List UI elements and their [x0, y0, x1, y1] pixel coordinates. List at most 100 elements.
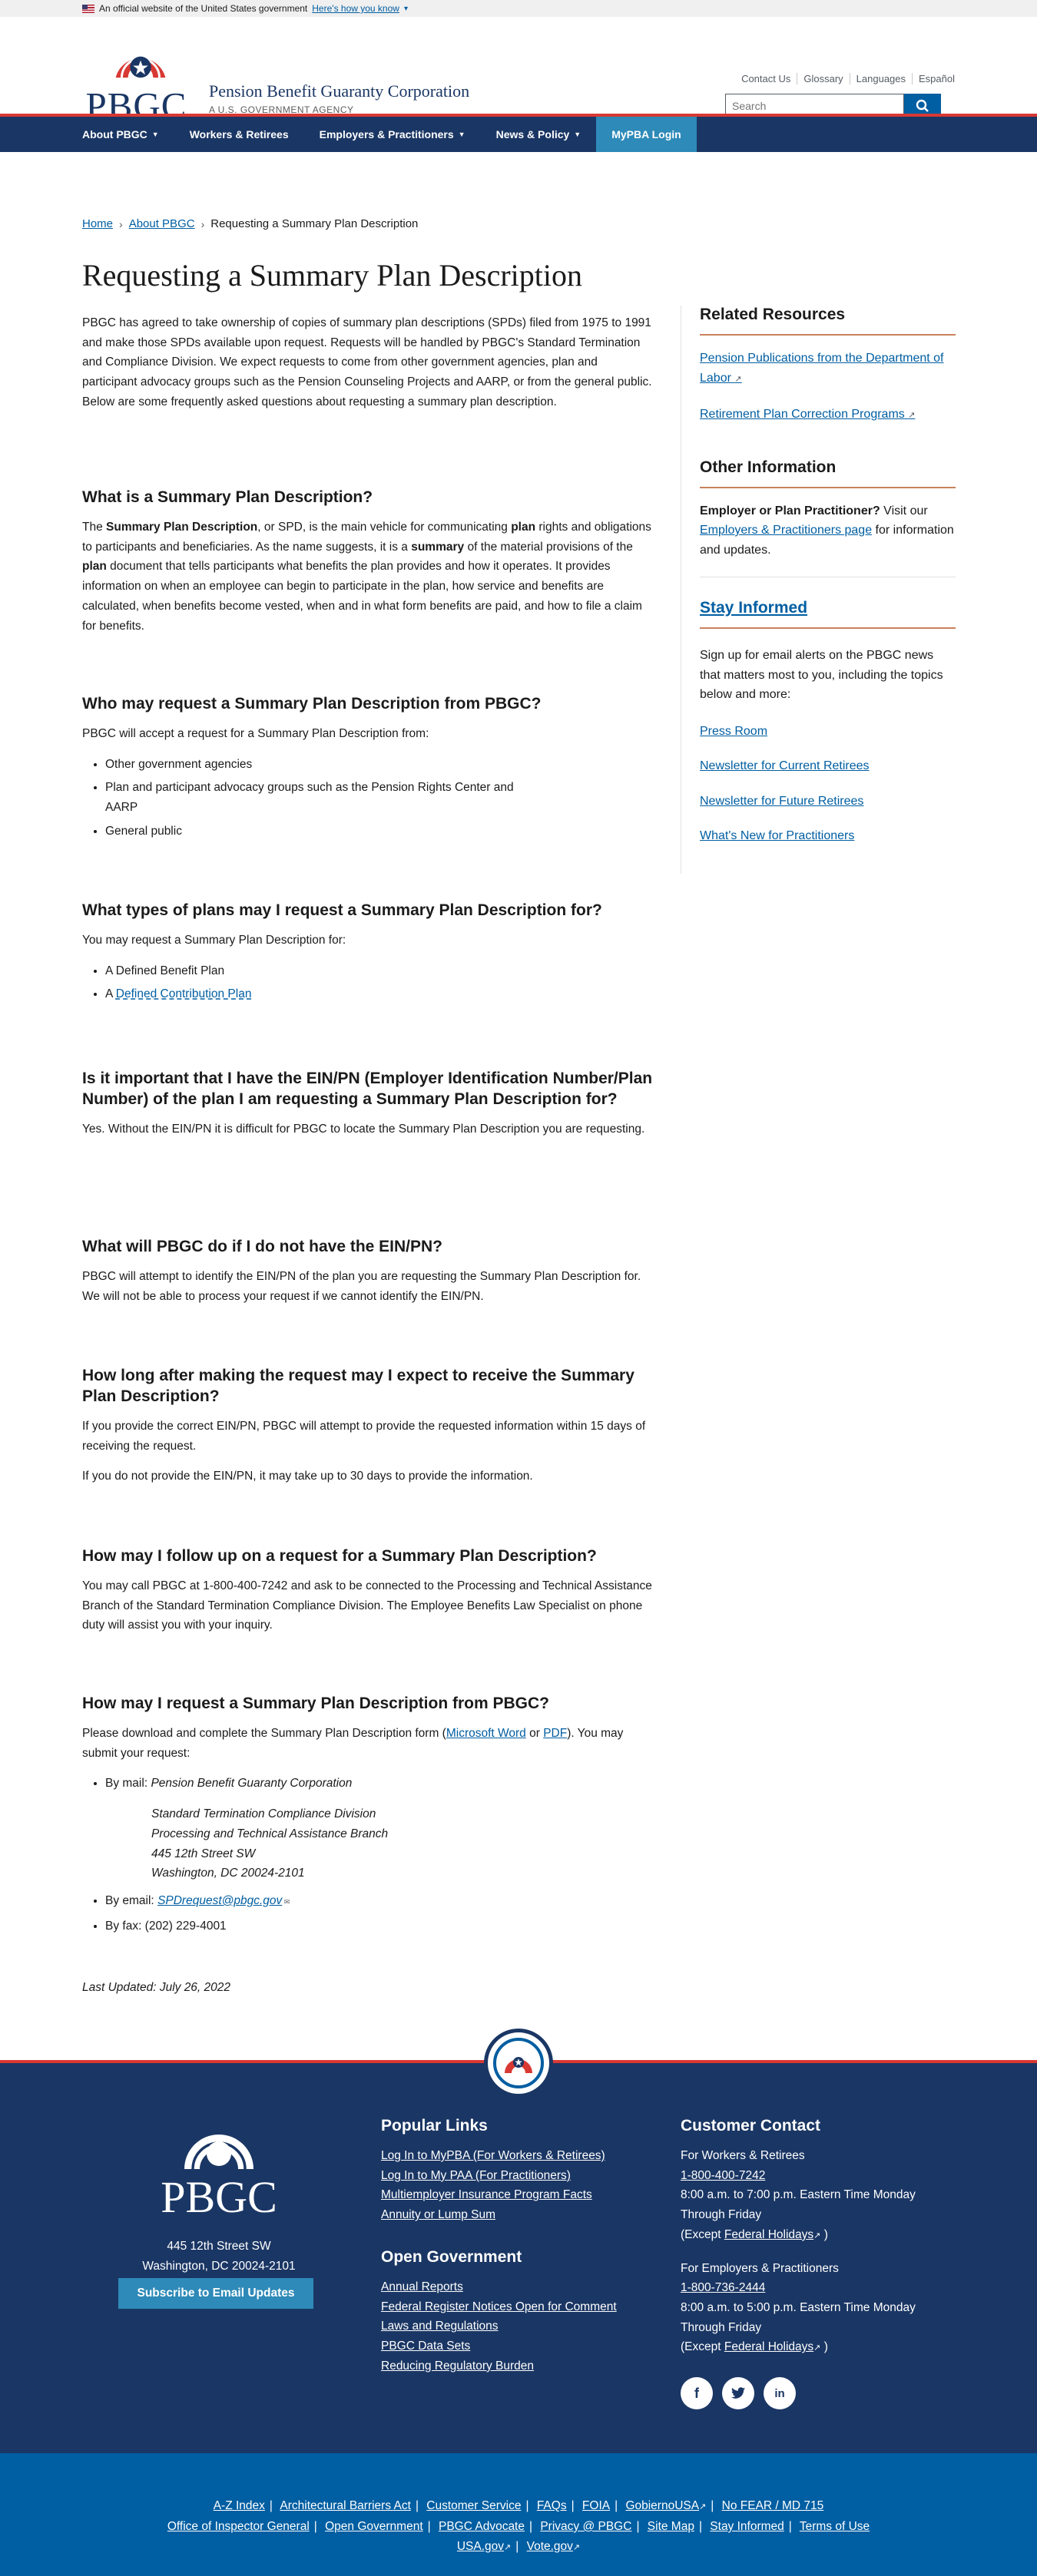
email-link[interactable]: SPDrequest@pbgc.gov: [157, 1894, 282, 1907]
util-link-languages[interactable]: Languages: [850, 73, 913, 84]
customer-contact-column: Customer Contact For Workers & Retirees …: [681, 2117, 957, 2410]
footer-link[interactable]: Log In to My PAA (For Practitioners): [381, 2166, 658, 2186]
footer-bottom-link[interactable]: Stay Informed: [710, 2520, 784, 2533]
footer-bottom-link[interactable]: A-Z Index: [214, 2499, 265, 2512]
footer-bottom-link[interactable]: FAQs: [537, 2499, 567, 2512]
facebook-icon[interactable]: f: [681, 2377, 713, 2410]
footer-logo[interactable]: PBGC: [142, 2117, 296, 2222]
site-header: PBGC Pension Benefit Guaranty Corporatio…: [0, 17, 1037, 120]
footer-link[interactable]: Laws and Regulations: [381, 2316, 658, 2336]
nav-label: Workers & Retirees: [189, 128, 289, 141]
open-government-heading: Open Government: [381, 2247, 522, 2266]
contact-label: For Workers & Retirees: [681, 2149, 805, 2162]
link-newsletter-current[interactable]: Newsletter for Current Retirees: [700, 756, 956, 776]
pbgc-emblem-icon: [505, 2057, 532, 2073]
footer-bottom-link[interactable]: Site Map: [648, 2520, 694, 2533]
section-how-request: How may I request a Summary Plan Descrip…: [82, 1693, 654, 1946]
nav-label: About PBGC: [82, 128, 147, 141]
util-link-glossary[interactable]: Glossary: [797, 73, 850, 84]
breadcrumb-about[interactable]: About PBGC: [129, 217, 195, 230]
footer-link[interactable]: Annuity or Lump Sum: [381, 2205, 658, 2225]
footer-bottom-link[interactable]: No FEAR / MD 715: [722, 2499, 824, 2512]
mypba-login-button[interactable]: MyPBA Login: [596, 117, 697, 152]
util-link-espanol[interactable]: Español: [913, 73, 955, 84]
footer-bottom-link[interactable]: Office of Inspector General: [167, 2520, 310, 2533]
org-name: Pension Benefit Guaranty Corporation: [209, 81, 470, 101]
employers-practitioners-link[interactable]: Employers & Practitioners page: [700, 524, 872, 537]
section-text: If you provide the correct EIN/PN, PBGC …: [82, 1420, 646, 1453]
related-link-correction[interactable]: Retirement Plan Correction Programs ↗: [700, 405, 956, 426]
us-flag-icon: [82, 4, 94, 13]
external-link-icon: ↗: [908, 411, 916, 420]
footer-bottom-link[interactable]: Open Government: [325, 2520, 423, 2533]
link-whats-new[interactable]: What's New for Practitioners: [700, 826, 956, 846]
section-no-ein: What will PBGC do if I do not have the E…: [82, 1236, 654, 1317]
footer-link[interactable]: Federal Register Notices Open for Commen…: [381, 2297, 658, 2317]
section-what-is-spd: What is a Summary Plan Description? The …: [82, 487, 654, 646]
stay-informed-heading[interactable]: Stay Informed: [700, 599, 956, 629]
section-heading: What will PBGC do if I do not have the E…: [82, 1238, 443, 1255]
nav-workers-retirees[interactable]: Workers & Retirees: [174, 117, 304, 152]
phone-link-workers[interactable]: 1-800-400-7242: [681, 2166, 957, 2186]
footer-link[interactable]: Annual Reports: [381, 2277, 658, 2297]
footer-link[interactable]: Multiemployer Insurance Program Facts: [381, 2185, 658, 2205]
section-heading: How long after making the request may I …: [82, 1367, 634, 1405]
nav-news-policy[interactable]: News & Policy ▼: [481, 117, 597, 152]
section-heading: How may I follow up on a request for a S…: [82, 1547, 597, 1565]
footer-link[interactable]: Reducing Regulatory Burden: [381, 2356, 658, 2376]
mail-icon: ✉: [282, 1897, 290, 1906]
related-link-dol[interactable]: Pension Publications from the Department…: [700, 349, 956, 389]
utility-links: Contact Us Glossary Languages Español: [735, 73, 955, 84]
footer-bottom-link[interactable]: Architectural Barriers Act: [280, 2499, 411, 2512]
breadcrumb: Home › About PBGC › Requesting a Summary…: [82, 217, 418, 230]
mailing-address: Standard Termination Compliance Division…: [151, 1807, 389, 1880]
section-who-may-request: Who may request a Summary Plan Descripti…: [82, 693, 654, 852]
footer-bottom-link[interactable]: Privacy @ PBGC: [540, 2520, 631, 2533]
breadcrumb-home[interactable]: Home: [82, 217, 113, 230]
contact-label: For Employers & Practitioners: [681, 2261, 839, 2275]
footer-bottom-link[interactable]: USA.gov: [457, 2540, 504, 2553]
related-links: Pension Publications from the Department…: [700, 349, 956, 426]
footer-link[interactable]: PBGC Data Sets: [381, 2336, 658, 2356]
link-press-room[interactable]: Press Room: [700, 722, 956, 742]
defined-contribution-link[interactable]: Defined Contribution Plan: [116, 987, 252, 1000]
federal-holidays-link[interactable]: Federal Holidays: [724, 2340, 813, 2353]
footer-bottom-link[interactable]: Vote.gov: [527, 2540, 573, 2553]
footer-bottom: A-Z Index | Architectural Barriers Act | C…: [0, 2453, 1037, 2576]
footer-bottom-link[interactable]: Customer Service: [426, 2499, 521, 2512]
phone-link-employers[interactable]: 1-800-736-2444: [681, 2278, 957, 2298]
sidebar: Related Resources Pension Publications f…: [681, 306, 956, 874]
pdf-link[interactable]: PDF: [543, 1727, 567, 1740]
section-heading: How may I request a Summary Plan Descrip…: [82, 1695, 549, 1712]
footer-bottom-link[interactable]: GobiernoUSA: [625, 2499, 699, 2512]
customer-contact-heading: Customer Contact: [681, 2117, 821, 2135]
section-text: PBGC will attempt to identify the EIN/PN…: [82, 1270, 641, 1303]
microsoft-word-link[interactable]: Microsoft Word: [446, 1727, 526, 1740]
nav-employers-practitioners[interactable]: Employers & Practitioners ▼: [304, 117, 481, 152]
federal-holidays-link[interactable]: Federal Holidays: [724, 2228, 813, 2241]
chevron-right-icon: ›: [119, 217, 123, 230]
link-newsletter-future[interactable]: Newsletter for Future Retirees: [700, 792, 956, 812]
linkedin-icon[interactable]: in: [764, 2377, 796, 2410]
section-how-long: How long after making the request may I …: [82, 1365, 654, 1497]
logo-title: Pension Benefit Guaranty Corporation A U…: [209, 81, 469, 115]
stay-informed-links: Press Room Newsletter for Current Retire…: [700, 722, 956, 846]
pbgc-footer-logo-icon: PBGC: [161, 2135, 277, 2222]
contact-hours: 8:00 a.m. to 5:00 p.m. Eastern Time Mond…: [681, 2300, 916, 2334]
list-item: Plan and participant advocacy groups suc…: [105, 778, 520, 817]
breadcrumb-current: Requesting a Summary Plan Description: [210, 217, 419, 230]
util-link-contact[interactable]: Contact Us: [735, 73, 798, 84]
footer-bottom-link[interactable]: Terms of Use: [800, 2520, 870, 2533]
heres-how-you-know-link[interactable]: Here's how you know: [312, 3, 399, 14]
nav-about-pbgc[interactable]: About PBGC ▼: [82, 117, 174, 152]
footer-bottom-link[interactable]: FOIA: [582, 2499, 610, 2512]
section-text: The Summary Plan Description, or SPD, is…: [82, 521, 651, 633]
footer-bottom-link[interactable]: PBGC Advocate: [439, 2520, 525, 2533]
section-text: Yes. Without the EIN/PN it is difficult …: [82, 1123, 645, 1136]
footer-link[interactable]: Log In to MyPBA (For Workers & Retirees): [381, 2146, 658, 2166]
list-item: Other government agencies: [105, 755, 654, 775]
pbgc-logo[interactable]: PBGC Pension Benefit Guaranty Corporatio…: [82, 45, 469, 120]
twitter-icon[interactable]: [722, 2377, 754, 2410]
subscribe-button[interactable]: Subscribe to Email Updates: [118, 2278, 313, 2309]
nav-label: News & Policy: [495, 128, 570, 141]
